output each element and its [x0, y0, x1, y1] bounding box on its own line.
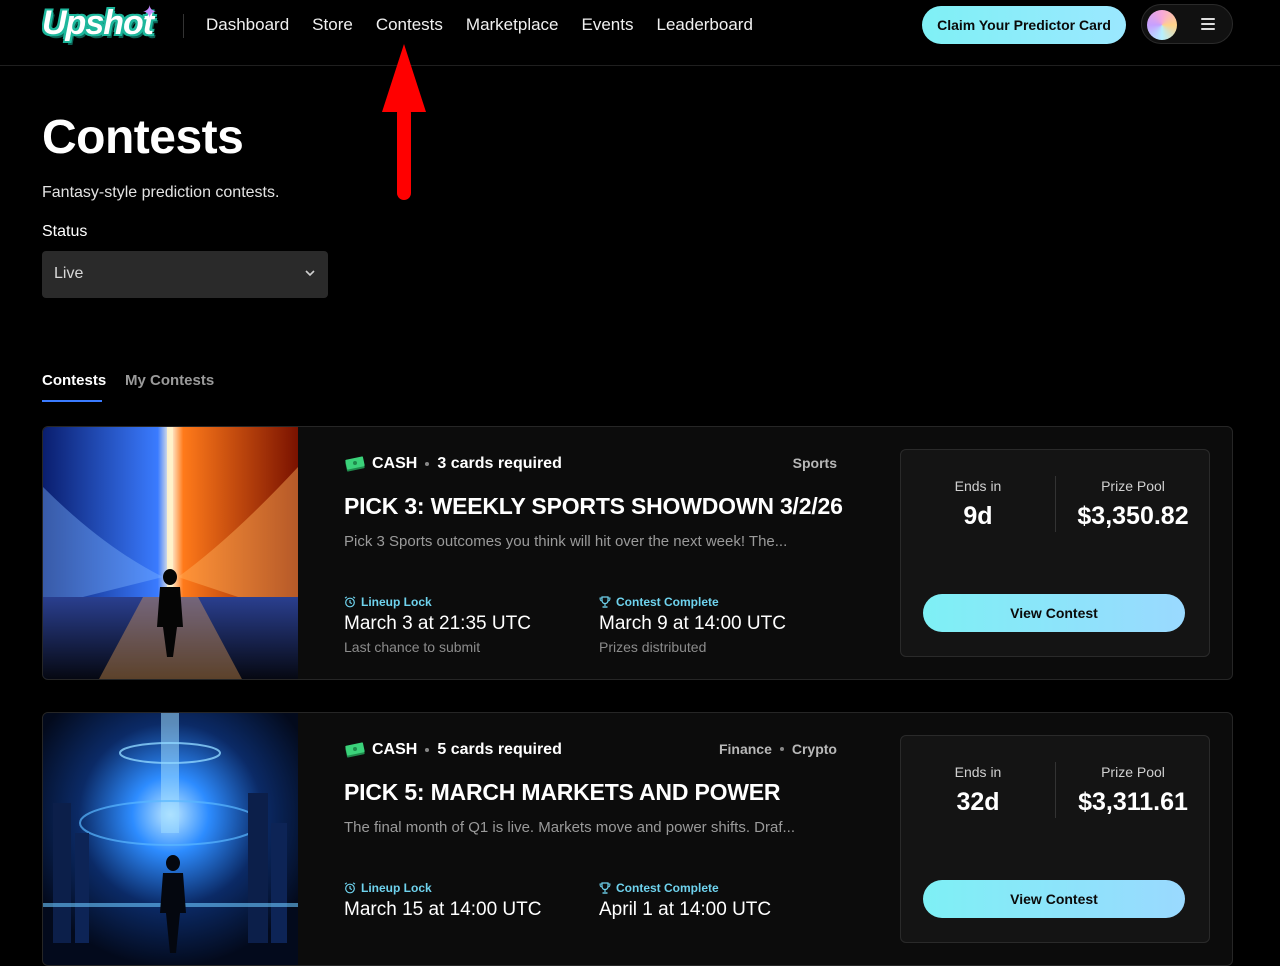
nav-divider — [183, 14, 184, 38]
ends-in-value: 32d — [956, 788, 1000, 816]
contest-card[interactable]: CASH 5 cards required Finance Crypto PIC… — [42, 712, 1233, 966]
cards-required: 3 cards required — [437, 455, 562, 472]
lineup-lock-label: Lineup Lock — [361, 881, 432, 895]
lineup-lock: Lineup Lock March 15 at 14:00 UTC — [344, 881, 541, 921]
page-subtitle: Fantasy-style prediction contests. — [42, 184, 280, 201]
contest-complete-date: April 1 at 14:00 UTC — [599, 899, 772, 920]
active-tab-underline — [42, 400, 102, 402]
ends-in-stat: Ends in 32d — [901, 764, 1055, 817]
avatar — [1147, 10, 1177, 40]
meta-separator — [425, 462, 430, 466]
prize-pool-value: $3,311.61 — [1078, 788, 1188, 816]
nav-link-contests[interactable]: Contests — [376, 14, 443, 36]
page-title: Contests — [42, 111, 244, 164]
contest-description: Pick 3 Sports outcomes you think will hi… — [344, 533, 788, 550]
nav-links: Dashboard Store Contests Marketplace Eve… — [206, 14, 776, 36]
contest-meta: CASH 3 cards required — [344, 453, 562, 475]
user-menu-button[interactable] — [1141, 4, 1233, 44]
contest-title[interactable]: PICK 3: WEEKLY SPORTS SHOWDOWN 3/2/26 — [344, 493, 843, 520]
ends-in-stat: Ends in 9d — [901, 478, 1055, 531]
category-separator — [779, 747, 784, 751]
status-select[interactable]: Live — [42, 251, 328, 298]
meta-separator — [425, 748, 430, 752]
category-label: Finance — [718, 741, 772, 757]
trophy-icon — [599, 882, 611, 894]
nav-link-events[interactable]: Events — [582, 14, 634, 36]
prize-pool-label: Prize Pool — [1101, 478, 1165, 494]
status-filter-label: Status — [42, 223, 88, 240]
alarm-clock-icon — [344, 596, 356, 608]
nav-link-store[interactable]: Store — [312, 14, 353, 36]
category-label: Crypto — [791, 741, 837, 757]
lineup-lock: Lineup Lock March 3 at 21:35 UTC Last ch… — [344, 595, 531, 655]
contest-image — [43, 427, 298, 679]
category-label: Sports — [792, 455, 837, 471]
nav-link-dashboard[interactable]: Dashboard — [206, 14, 289, 36]
view-contest-button[interactable]: View Contest — [923, 594, 1185, 632]
ends-in-value: 9d — [963, 502, 993, 530]
cash-icon — [345, 742, 365, 758]
tab-my-contests[interactable]: My Contests — [125, 372, 214, 389]
view-contest-button[interactable]: View Contest — [923, 880, 1185, 918]
red-arrow-annotation — [382, 44, 426, 200]
trophy-icon — [599, 596, 611, 608]
contest-stats: Ends in 9d Prize Pool $3,350.82 View Con… — [900, 449, 1210, 657]
hamburger-menu-icon — [1201, 18, 1215, 30]
claim-predictor-card-button[interactable]: Claim Your Predictor Card — [922, 6, 1126, 44]
contest-stats: Ends in 32d Prize Pool $3,311.61 View Co… — [900, 735, 1210, 943]
nav-link-leaderboard[interactable]: Leaderboard — [657, 14, 753, 36]
lineup-lock-date: March 3 at 21:35 UTC — [344, 613, 531, 634]
contest-meta: CASH 5 cards required — [344, 739, 562, 761]
contest-complete-note: Prizes distributed — [599, 639, 707, 655]
contest-card[interactable]: CASH 3 cards required Sports PICK 3: WEE… — [42, 426, 1233, 680]
contest-currency: CASH — [372, 455, 418, 472]
contest-image — [43, 713, 298, 965]
contest-category: Sports — [793, 455, 837, 471]
contest-currency: CASH — [372, 741, 418, 758]
sparkle-icon: ✦ — [142, 2, 158, 22]
contest-description: The final month of Q1 is live. Markets m… — [344, 819, 796, 836]
prize-pool-value: $3,350.82 — [1077, 502, 1189, 530]
contest-complete-label: Contest Complete — [616, 595, 719, 609]
logo-text: Upshot — [42, 4, 154, 42]
ends-in-label: Ends in — [954, 478, 1002, 494]
contest-complete-date: March 9 at 14:00 UTC — [599, 613, 786, 634]
cash-icon — [345, 456, 365, 472]
cards-required: 5 cards required — [437, 741, 562, 758]
contest-complete: Contest Complete April 1 at 14:00 UTC — [599, 881, 771, 921]
upshot-logo[interactable]: Upshot ✦ — [42, 2, 162, 50]
tab-contests[interactable]: Contests — [42, 372, 106, 389]
prize-pool-stat: Prize Pool $3,311.61 — [1056, 764, 1210, 817]
top-nav: Upshot ✦ Dashboard Store Contests Market… — [0, 0, 1280, 66]
contest-complete-label: Contest Complete — [616, 881, 719, 895]
contest-complete: Contest Complete March 9 at 14:00 UTC Pr… — [599, 595, 786, 655]
status-select-value: Live — [54, 265, 84, 282]
prize-pool-stat: Prize Pool $3,350.82 — [1056, 478, 1210, 531]
nav-link-marketplace[interactable]: Marketplace — [466, 14, 559, 36]
chevron-down-icon — [305, 270, 315, 277]
prize-pool-label: Prize Pool — [1101, 764, 1165, 780]
contest-category: Finance Crypto — [719, 741, 837, 757]
lineup-lock-note: Last chance to submit — [344, 639, 481, 655]
lineup-lock-label: Lineup Lock — [361, 595, 432, 609]
lineup-lock-date: March 15 at 14:00 UTC — [344, 899, 542, 920]
contest-title[interactable]: PICK 5: MARCH MARKETS AND POWER — [344, 779, 781, 806]
alarm-clock-icon — [344, 882, 356, 894]
ends-in-label: Ends in — [954, 764, 1002, 780]
